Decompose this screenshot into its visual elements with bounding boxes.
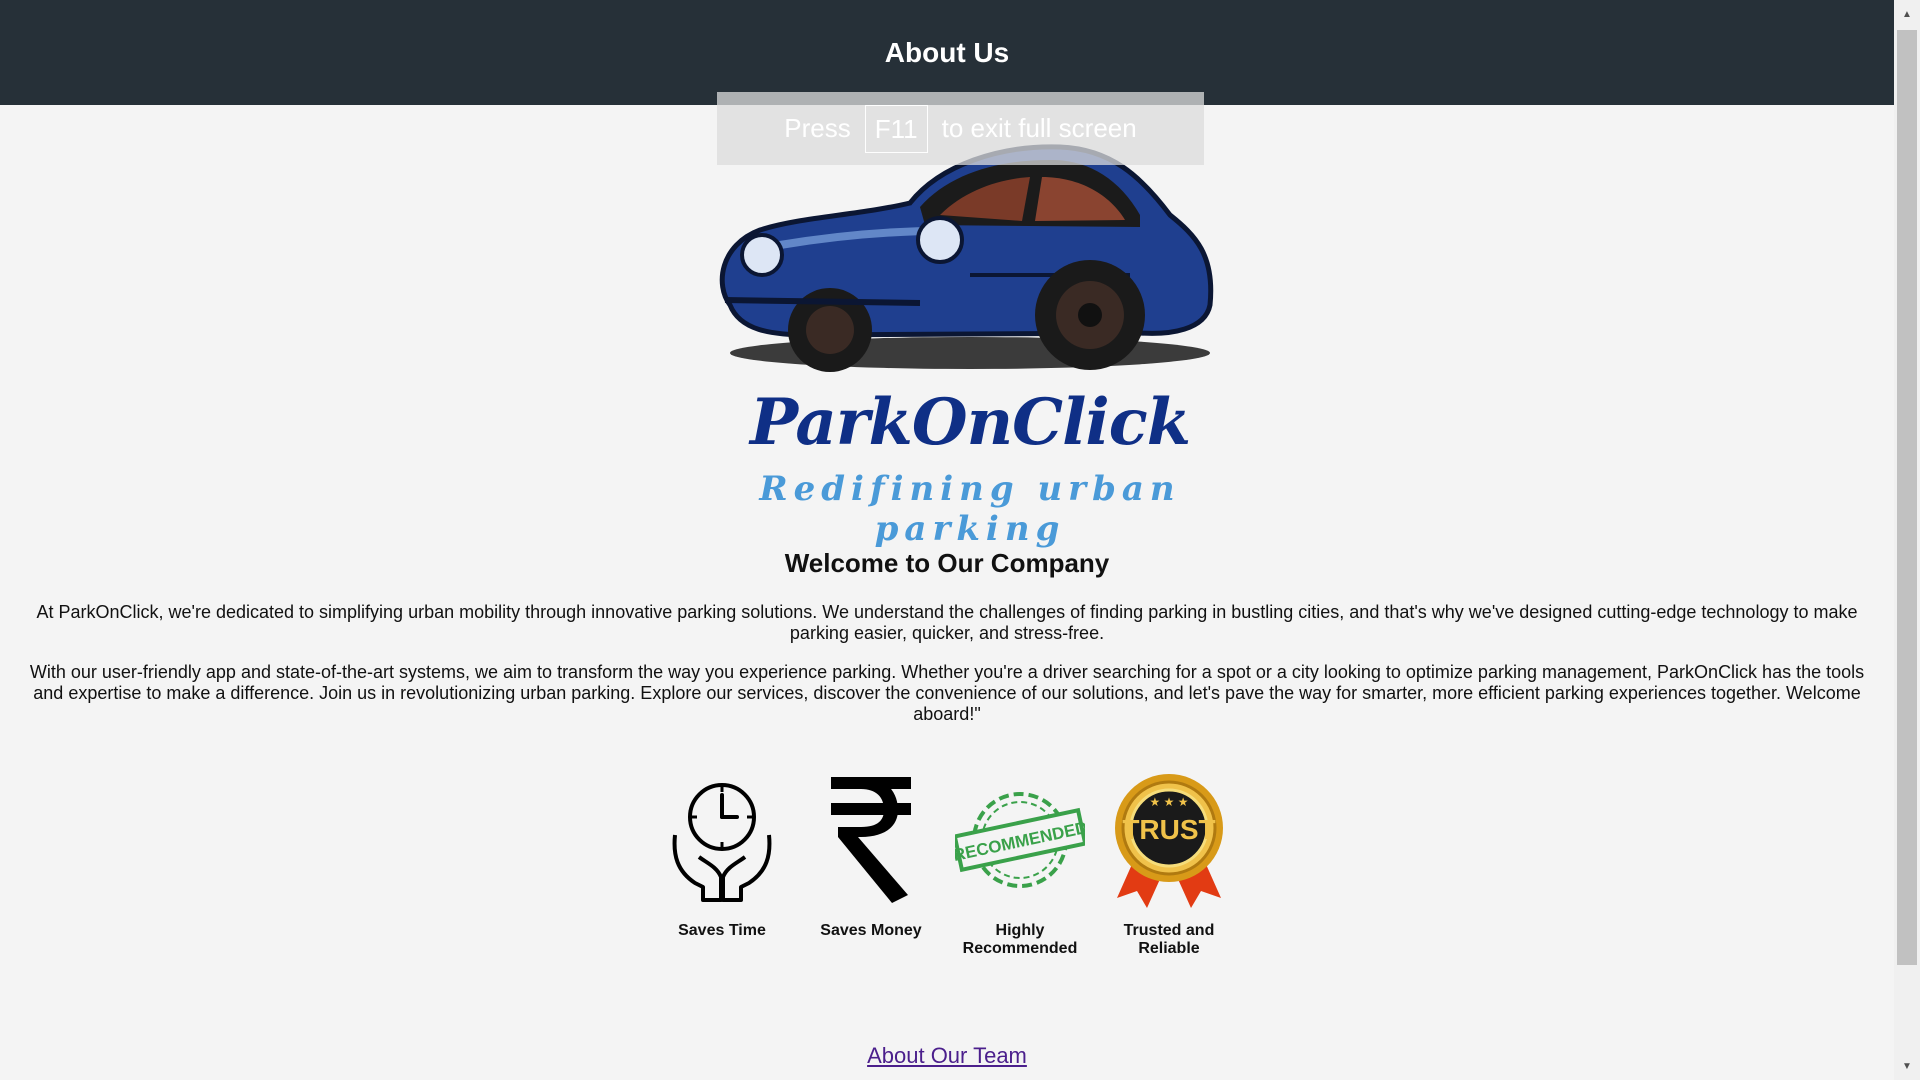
fullscreen-notice-key: F11 [864, 104, 928, 153]
recommended-stamp-icon: RECOMMENDED [955, 770, 1085, 910]
feature-label: Trusted and Reliable [1123, 922, 1215, 957]
mission-paragraph: With our user-friendly app and state-of-… [29, 662, 1865, 724]
trust-badge-icon: ★ ★ ★ TRUST [1104, 770, 1234, 910]
vertical-scrollbar[interactable]: ▲ ▼ [1894, 0, 1920, 1080]
scroll-down-icon[interactable]: ▼ [1894, 1056, 1920, 1076]
scrollbar-thumb[interactable] [1897, 30, 1917, 965]
site-header: About Us [0, 0, 1894, 105]
page-title: About Us [884, 36, 1010, 68]
page-viewport: About Us Press F11 to exit full screen P… [0, 0, 1894, 1080]
car-icon [719, 144, 1214, 372]
feature-trusted-reliable: ★ ★ ★ TRUST Trusted and Reliable [1104, 770, 1234, 958]
welcome-heading: Welcome to Our Company [784, 548, 1110, 578]
clock-hands-icon [657, 770, 787, 910]
rupee-icon [806, 770, 936, 910]
feature-list: Saves Time Saves Money RECOMMENDED Highl… [657, 770, 1234, 958]
scroll-up-icon[interactable]: ▲ [1894, 4, 1920, 24]
feature-label: Saves Time [678, 922, 766, 939]
feature-label: Saves Money [820, 922, 922, 939]
about-team-link[interactable]: About Our Team [867, 1043, 1027, 1068]
feature-saves-money: Saves Money [806, 770, 936, 958]
page: About Us Press F11 to exit full screen P… [0, 0, 1920, 1080]
fullscreen-notice-text: to exit full screen [941, 113, 1137, 143]
team-link-container: About Our Team [0, 1043, 1894, 1069]
company-logo: ParkOnClick Redifining urban parking [670, 135, 1270, 549]
brand-tagline: Redifining urban parking [759, 469, 1181, 549]
feature-highly-recommended: RECOMMENDED Highly Recommended [955, 770, 1085, 958]
badge-text: TRUST [1122, 814, 1215, 845]
intro-paragraph: At ParkOnClick, we're dedicated to simpl… [36, 602, 1858, 643]
svg-text:★ ★ ★: ★ ★ ★ [1150, 795, 1189, 809]
feature-label: Highly Recommended [962, 922, 1078, 957]
fullscreen-exit-notice: Press F11 to exit full screen [717, 92, 1204, 165]
brand-name: ParkOnClick [749, 385, 1191, 460]
fullscreen-notice-press: Press [784, 113, 851, 143]
feature-saves-time: Saves Time [657, 770, 787, 958]
